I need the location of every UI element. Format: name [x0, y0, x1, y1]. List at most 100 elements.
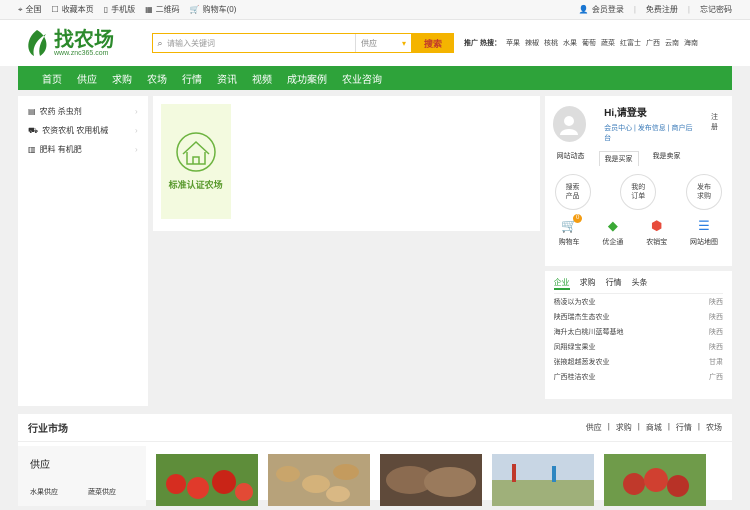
tab-seller[interactable]: 我是卖家: [653, 151, 681, 166]
category-item[interactable]: ⛟ 农资农机 农用机械 ›: [28, 121, 138, 140]
market-link-purchase[interactable]: 求购: [616, 422, 632, 433]
nongxiaobao-tool[interactable]: ⬢ 农销宝: [646, 218, 667, 247]
nongxiaobao-icon: ⬢: [651, 218, 663, 233]
category-sidebar: ▤ 农药 杀虫剂 › ⛟ 农资农机 农用机械 › ▥ 肥料 有机肥 ›: [18, 96, 148, 406]
qrcode-icon: ▦: [145, 5, 153, 14]
farm-house-icon: [175, 132, 216, 172]
sitemap-tool[interactable]: ☰ 网站地图: [690, 218, 718, 247]
list-item[interactable]: 陕西瑞杰生态农业 陕西: [554, 309, 723, 324]
login-greeting[interactable]: Hi,请登录: [604, 104, 693, 119]
location-link[interactable]: ⌖ 全国: [18, 4, 42, 15]
logo[interactable]: 找农场 www.znc365.com: [24, 28, 134, 58]
top-bar: ⌖ 全国 ☐ 收藏本页 ▯ 手机版 ▦ 二维码 🛒 购物车(0) 👤 会员登录 | 免费注册…: [0, 0, 750, 20]
hot-item[interactable]: 海南: [684, 38, 698, 48]
search-bar: ⌕ 请输入关键词 供应 ▾ 搜索: [152, 33, 454, 53]
nav-farm[interactable]: 农场: [147, 71, 167, 86]
search-product-button[interactable]: 搜索 产品: [554, 174, 591, 210]
nav-home[interactable]: 首页: [42, 71, 62, 86]
post-info-link[interactable]: 发布信息: [638, 125, 666, 132]
nav-cases[interactable]: 成功案例: [287, 71, 327, 86]
my-orders-button[interactable]: 我的 订单: [620, 174, 657, 210]
list-item[interactable]: 杨凌以为农业 陕西: [554, 294, 723, 309]
list-item[interactable]: 海升太白桃川蓝莓基地 陕西: [554, 324, 723, 339]
tab-site-news[interactable]: 网站动态: [557, 151, 585, 166]
list-item[interactable]: 张掖超越葱发农业 甘肃: [554, 354, 723, 369]
login-link[interactable]: 👤 会员登录: [579, 4, 624, 15]
default-avatar-icon: [560, 115, 579, 135]
tab-headlines[interactable]: 头条: [632, 277, 648, 290]
search-icon: ⌕: [157, 37, 163, 48]
mobile-link[interactable]: ▯ 手机版: [104, 4, 135, 15]
industry-market: 行业市场 供应 | 求购 | 商城 | 行情 | 农场 供应 水果供应 蔬菜供应: [18, 414, 732, 506]
location-icon: ⌖: [18, 4, 23, 14]
bookmark-icon: ☐: [51, 5, 59, 14]
market-link-farm[interactable]: 农场: [706, 422, 722, 433]
chevron-right-icon: ›: [135, 107, 138, 116]
product-image-pomegranates[interactable]: [604, 454, 706, 506]
tab-purchase[interactable]: 求购: [580, 277, 596, 290]
hot-item[interactable]: 葡萄: [582, 38, 596, 48]
hot-item[interactable]: 红富士: [620, 38, 641, 48]
register-button[interactable]: 注册: [711, 112, 724, 132]
cart-icon: 🛒: [189, 5, 200, 14]
chevron-right-icon: ›: [135, 145, 138, 154]
market-link-mall[interactable]: 商城: [646, 422, 662, 433]
product-image-tomatoes[interactable]: [156, 454, 258, 506]
hot-item[interactable]: 蔬菜: [601, 38, 615, 48]
market-link-supply[interactable]: 供应: [586, 422, 602, 433]
tab-market[interactable]: 行情: [606, 277, 622, 290]
member-center-link[interactable]: 会员中心: [604, 125, 632, 132]
category-item[interactable]: ▥ 肥料 有机肥 ›: [28, 140, 138, 159]
list-item[interactable]: 广西桂洁农业 广西: [554, 369, 723, 384]
hot-item[interactable]: 辣椒: [525, 38, 539, 48]
bookmark-link[interactable]: ☐ 收藏本页: [52, 4, 94, 15]
search-button[interactable]: 搜索: [412, 33, 454, 53]
main-nav: 首页 供应 求购 农场 行情 资讯 视频 成功案例 农业咨询: [18, 66, 732, 90]
post-purchase-button[interactable]: 发布 求购: [686, 174, 722, 210]
nav-consult[interactable]: 农业咨询: [342, 71, 382, 86]
fertilizer-icon: ▥: [28, 145, 36, 154]
hot-item[interactable]: 核桃: [544, 38, 558, 48]
qrcode-link[interactable]: ▦ 二维码: [145, 4, 180, 15]
hot-item[interactable]: 广西: [646, 38, 660, 48]
search-type-select[interactable]: 供应 ▾: [355, 34, 411, 52]
nav-purchase[interactable]: 求购: [112, 71, 132, 86]
list-item[interactable]: 凤翔绿宝果业 陕西: [554, 339, 723, 354]
youqitong-tool[interactable]: ◆ 优企通: [602, 218, 623, 247]
nav-supply[interactable]: 供应: [77, 71, 97, 86]
nav-market[interactable]: 行情: [182, 71, 202, 86]
pesticide-icon: ▤: [28, 107, 36, 116]
phone-icon: ▯: [103, 5, 109, 14]
nav-video[interactable]: 视频: [252, 71, 272, 86]
cart-icon: 🛒 0: [561, 214, 583, 234]
nav-news[interactable]: 资讯: [217, 71, 237, 86]
tab-buyer[interactable]: 我是买家: [598, 151, 639, 166]
sitemap-icon: ☰: [698, 218, 710, 233]
forgot-password-link[interactable]: 忘记密码: [700, 4, 732, 15]
user-icon: 👤: [578, 5, 589, 14]
category-item[interactable]: ▤ 农药 杀虫剂 ›: [28, 102, 138, 121]
fruit-supply-link[interactable]: 水果供应: [30, 487, 58, 497]
farm-panel: 标准认证农场: [152, 96, 540, 231]
product-image-potatoes[interactable]: [268, 454, 370, 506]
vegetable-supply-link[interactable]: 蔬菜供应: [88, 487, 116, 497]
header: 找农场 www.znc365.com ⌕ 请输入关键词 供应 ▾ 搜索 推广 热搜…: [0, 20, 750, 66]
certified-farm-card[interactable]: 标准认证农场: [160, 104, 231, 219]
cart-link[interactable]: 🛒 购物车(0): [190, 4, 237, 15]
hot-item[interactable]: 苹果: [506, 38, 520, 48]
market-link-quotes[interactable]: 行情: [676, 422, 692, 433]
tractor-icon: ⛟: [28, 125, 39, 135]
product-image-field[interactable]: [492, 454, 594, 506]
leaf-logo-icon: [28, 30, 47, 56]
tab-enterprise[interactable]: 企业: [553, 277, 570, 290]
cart-tool[interactable]: 🛒 0 购物车: [559, 214, 583, 247]
avatar: [552, 105, 587, 142]
hot-item[interactable]: 云南: [665, 38, 679, 48]
product-image-yams[interactable]: [380, 454, 482, 506]
search-input[interactable]: 请输入关键词: [167, 38, 355, 49]
hot-searches: 推广 热搜： 苹果 辣椒 核桃 水果 葡萄 蔬菜 红富士 广西 云南 海南: [464, 38, 698, 48]
register-link[interactable]: 免费注册: [646, 4, 678, 15]
market-title: 行业市场: [28, 424, 68, 435]
hot-item[interactable]: 水果: [563, 38, 577, 48]
chevron-right-icon: ›: [135, 126, 138, 135]
